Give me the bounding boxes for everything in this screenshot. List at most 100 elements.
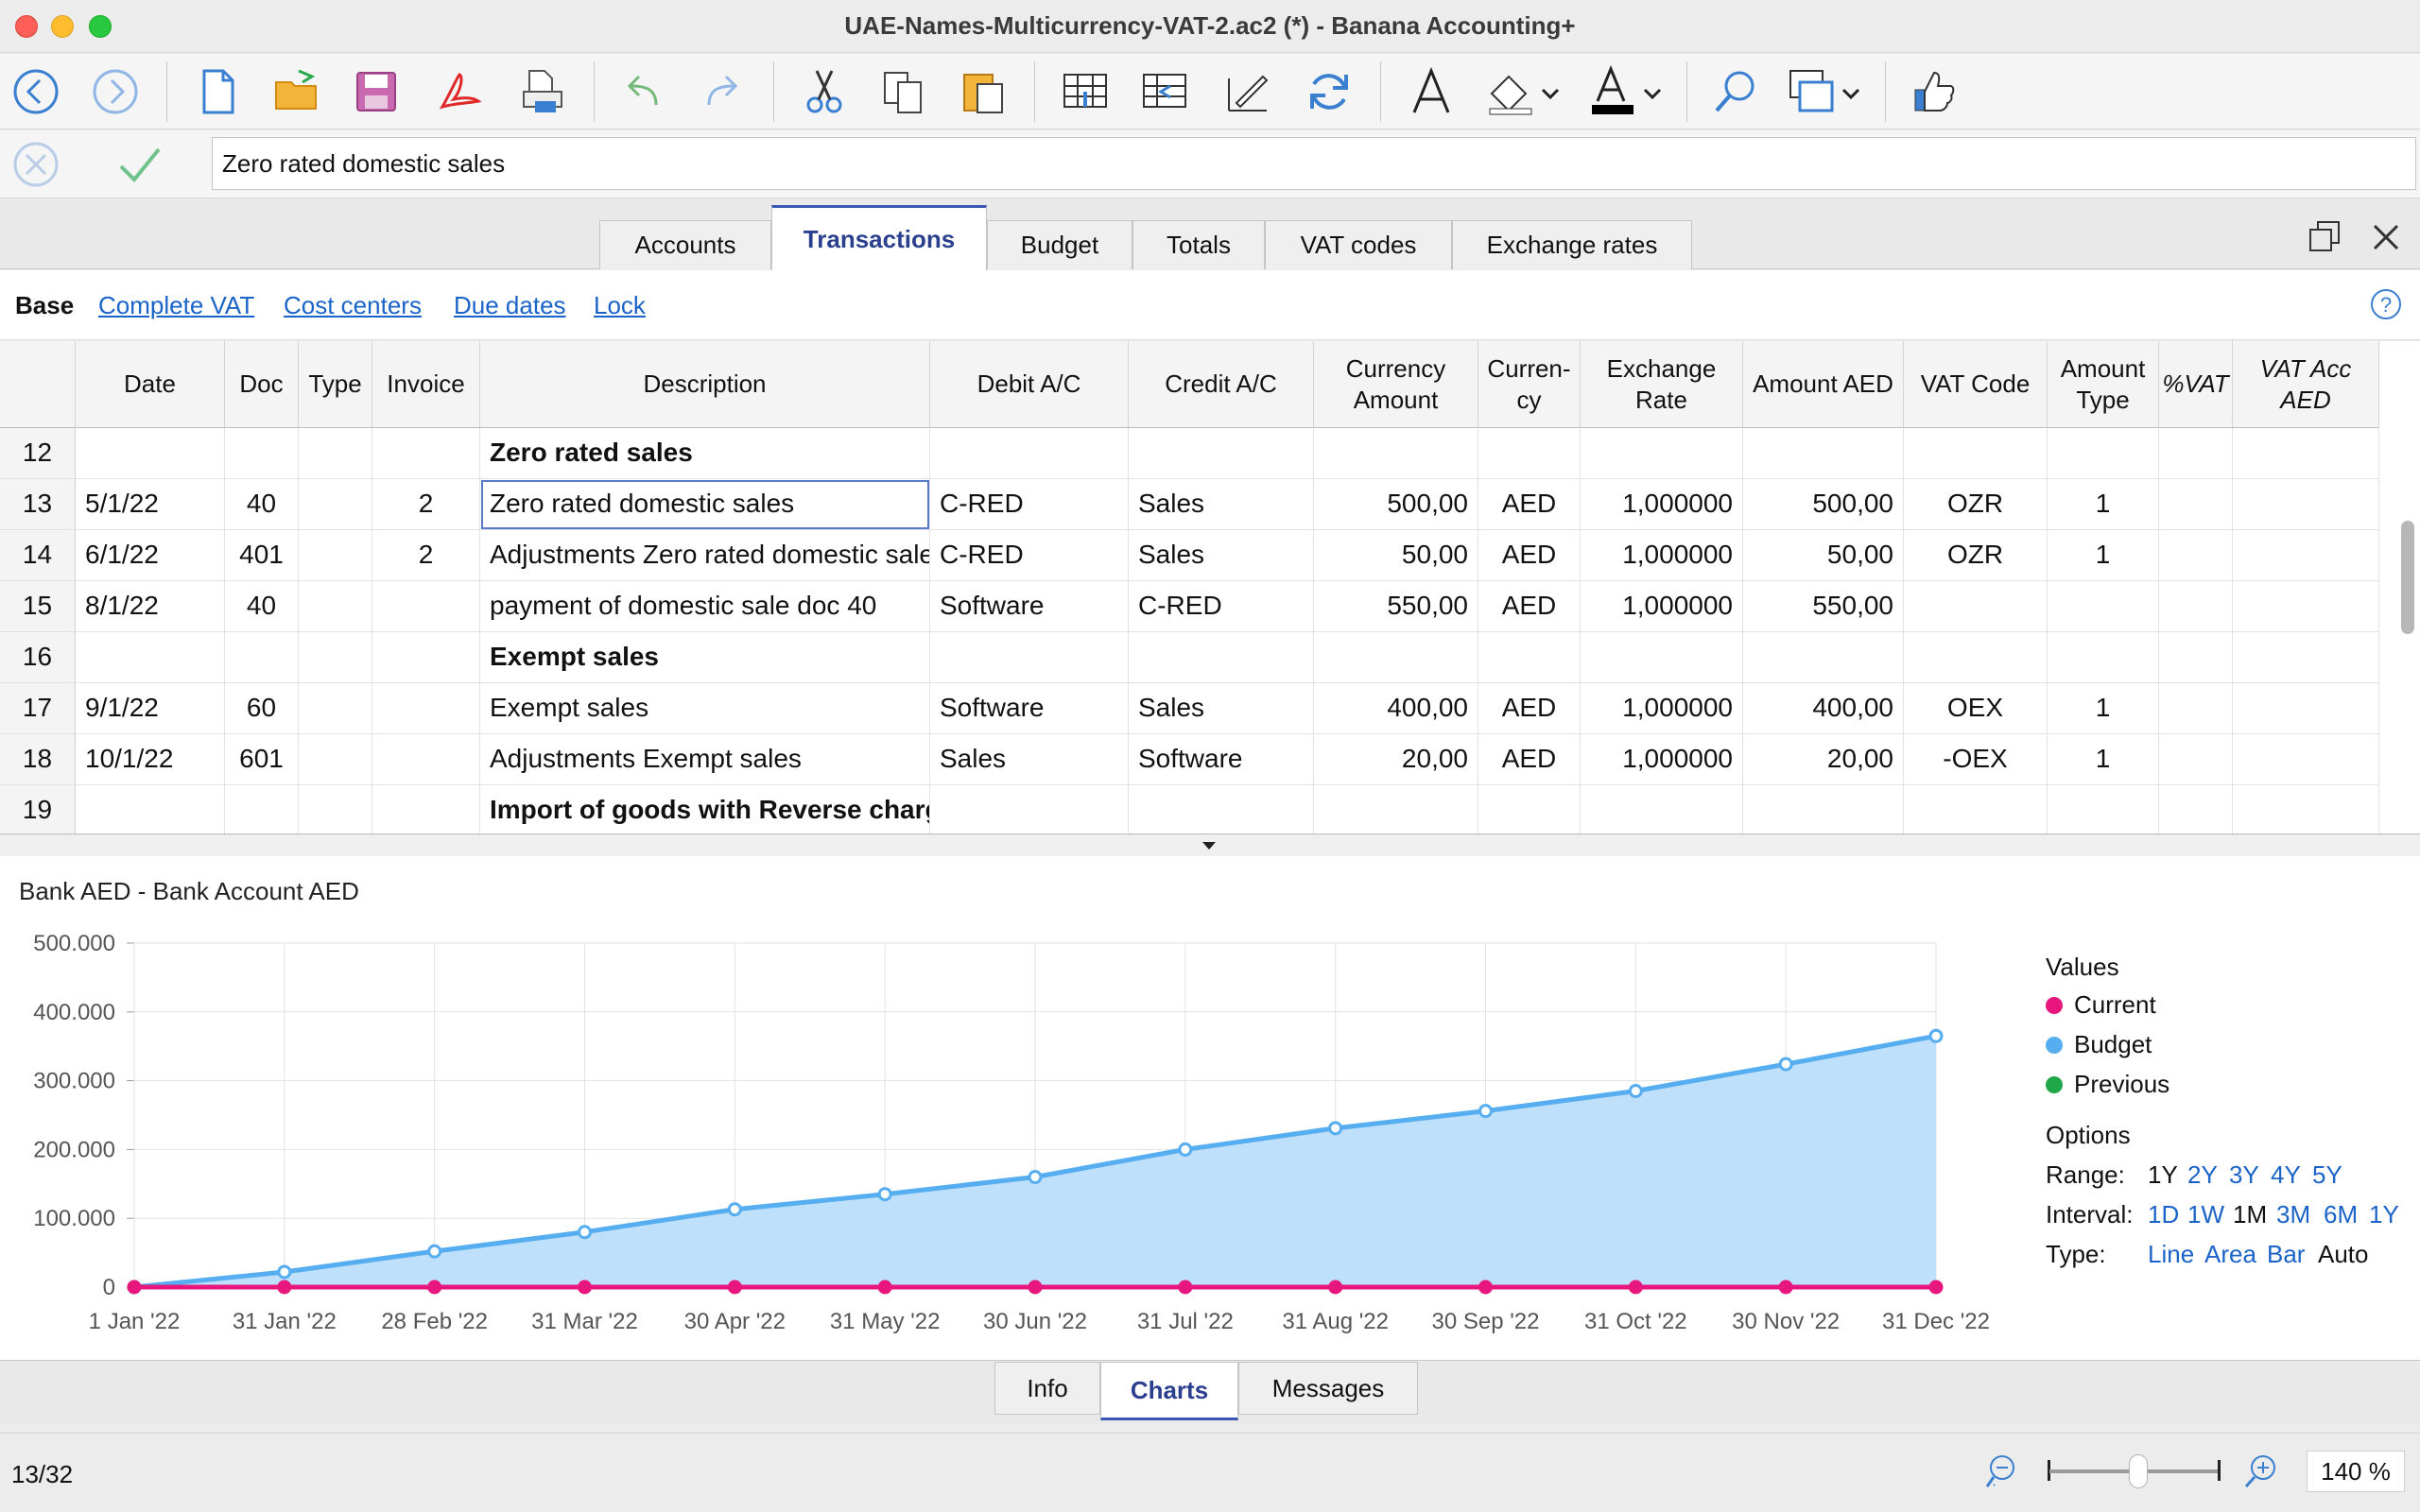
table-cell-date[interactable]: 9/1/22 <box>76 683 225 734</box>
fill-color-icon[interactable] <box>1486 63 1565 120</box>
table-cell-credit[interactable] <box>1129 785 1314 833</box>
cell-edit-input[interactable]: Zero rated domestic sales <box>212 137 2416 190</box>
cut-icon[interactable] <box>796 63 853 120</box>
table-cell-invoice[interactable] <box>372 428 480 479</box>
table-cell-date[interactable]: 8/1/22 <box>76 581 225 632</box>
table-cell-vat[interactable]: OZR <box>1904 479 2048 530</box>
column-header-3[interactable]: Type <box>299 341 372 428</box>
table-cell-pvat[interactable] <box>2159 734 2233 785</box>
text-color-icon[interactable] <box>1588 63 1668 120</box>
table-cell-cur[interactable]: AED <box>1478 479 1581 530</box>
column-header-14[interactable]: %VAT <box>2159 341 2233 428</box>
table-cell-desc[interactable]: Adjustments Exempt sales <box>480 734 930 785</box>
table-cell-debit[interactable]: Sales <box>930 734 1129 785</box>
view-base[interactable]: Base <box>15 291 74 320</box>
table-cell-debit[interactable]: C-RED <box>930 479 1129 530</box>
table-cell-cur[interactable]: AED <box>1478 683 1581 734</box>
table-cell-amount[interactable] <box>1743 785 1904 833</box>
table-cell-cur[interactable]: AED <box>1478 581 1581 632</box>
table-cell-cur[interactable] <box>1478 632 1581 683</box>
table-cell-cur[interactable] <box>1478 785 1581 833</box>
row-number[interactable]: 17 <box>0 683 76 734</box>
paste-icon[interactable] <box>955 63 1011 120</box>
table-cell-debit[interactable] <box>930 428 1129 479</box>
table-cell-cur[interactable]: AED <box>1478 734 1581 785</box>
table-cell-desc[interactable]: Zero rated domestic sales <box>480 479 930 530</box>
row-number[interactable]: 15 <box>0 581 76 632</box>
table-cell-doc[interactable] <box>225 632 299 683</box>
copy-icon[interactable] <box>875 63 932 120</box>
table-cell-credit[interactable]: Sales <box>1129 683 1314 734</box>
table-cell-invoice[interactable] <box>372 683 480 734</box>
table-cell-desc[interactable]: Import of goods with Reverse charge <box>480 785 930 833</box>
legend-current[interactable]: Current <box>2046 990 2156 1020</box>
table-cell-type[interactable] <box>299 734 372 785</box>
table-cell-date[interactable]: 10/1/22 <box>76 734 225 785</box>
table-cell-atype[interactable]: 1 <box>2048 683 2159 734</box>
table-cell-vatacc[interactable] <box>2233 785 2379 833</box>
column-header-15[interactable]: VAT Acc AED <box>2233 341 2379 428</box>
table-cell-invoice[interactable] <box>372 785 480 833</box>
range-1y[interactable]: 1Y <box>2148 1160 2178 1190</box>
interval-1m[interactable]: 1M <box>2233 1200 2267 1229</box>
thumbs-up-icon[interactable] <box>1906 63 1962 120</box>
table-cell-invoice[interactable] <box>372 632 480 683</box>
table-corner[interactable] <box>0 341 76 428</box>
table-cell-camount[interactable]: 400,00 <box>1314 683 1478 734</box>
tab-messages[interactable]: Messages <box>1238 1362 1418 1415</box>
view-cost-centers[interactable]: Cost centers <box>284 291 422 320</box>
table-cell-camount[interactable]: 20,00 <box>1314 734 1478 785</box>
table-cell-desc[interactable]: payment of domestic sale doc 40 <box>480 581 930 632</box>
legend-budget[interactable]: Budget <box>2046 1030 2152 1059</box>
table-cell-atype[interactable]: 1 <box>2048 734 2159 785</box>
column-header-5[interactable]: Description <box>480 341 930 428</box>
table-cell-invoice[interactable] <box>372 734 480 785</box>
table-cell-rate[interactable] <box>1581 632 1743 683</box>
table-cell-doc[interactable] <box>225 785 299 833</box>
table-cell-rate[interactable]: 1,000000 <box>1581 530 1743 581</box>
new-file-icon[interactable] <box>189 63 246 120</box>
close-icon[interactable] <box>2367 218 2405 256</box>
confirm-edit-icon[interactable] <box>112 136 168 193</box>
table-cell-camount[interactable]: 500,00 <box>1314 479 1478 530</box>
row-number[interactable]: 14 <box>0 530 76 581</box>
type-auto[interactable]: Auto <box>2318 1240 2369 1269</box>
table-cell-invoice[interactable]: 2 <box>372 479 480 530</box>
table-cell-invoice[interactable]: 2 <box>372 530 480 581</box>
tab-budget[interactable]: Budget <box>987 220 1132 269</box>
table-cell-doc[interactable]: 40 <box>225 479 299 530</box>
table-cell-camount[interactable]: 550,00 <box>1314 581 1478 632</box>
table-cell-rate[interactable] <box>1581 785 1743 833</box>
table-cell-pvat[interactable] <box>2159 581 2233 632</box>
table-cell-debit[interactable]: Software <box>930 683 1129 734</box>
table-cell-amount[interactable] <box>1743 428 1904 479</box>
table-cell-desc[interactable]: Exempt sales <box>480 683 930 734</box>
table-cell-vat[interactable]: OZR <box>1904 530 2048 581</box>
table-cell-credit[interactable]: Sales <box>1129 479 1314 530</box>
range-5y[interactable]: 5Y <box>2312 1160 2342 1190</box>
table-cell-rate[interactable]: 1,000000 <box>1581 479 1743 530</box>
column-header-4[interactable]: Invoice <box>372 341 480 428</box>
row-number[interactable]: 19 <box>0 785 76 833</box>
table-cell-pvat[interactable] <box>2159 785 2233 833</box>
row-number[interactable]: 18 <box>0 734 76 785</box>
window-layout-icon[interactable] <box>1787 63 1866 120</box>
table-cell-camount[interactable]: 50,00 <box>1314 530 1478 581</box>
table-cell-pvat[interactable] <box>2159 683 2233 734</box>
table-cell-vatacc[interactable] <box>2233 428 2379 479</box>
table-cell-date[interactable] <box>76 428 225 479</box>
table-cell-atype[interactable] <box>2048 785 2159 833</box>
view-lock[interactable]: Lock <box>594 291 646 320</box>
panel-splitter[interactable] <box>0 835 2420 856</box>
open-folder-icon[interactable] <box>268 63 325 120</box>
column-header-9[interactable]: Curren-cy <box>1478 341 1581 428</box>
table-cell-atype[interactable]: 1 <box>2048 530 2159 581</box>
table-cell-vat[interactable] <box>1904 428 2048 479</box>
table-cell-vat[interactable] <box>1904 581 2048 632</box>
table-cell-pvat[interactable] <box>2159 632 2233 683</box>
table-cell-type[interactable] <box>299 428 372 479</box>
legend-previous[interactable]: Previous <box>2046 1070 2169 1099</box>
table-cell-date[interactable]: 5/1/22 <box>76 479 225 530</box>
type-line[interactable]: Line <box>2148 1240 2194 1269</box>
table-cell-atype[interactable] <box>2048 581 2159 632</box>
